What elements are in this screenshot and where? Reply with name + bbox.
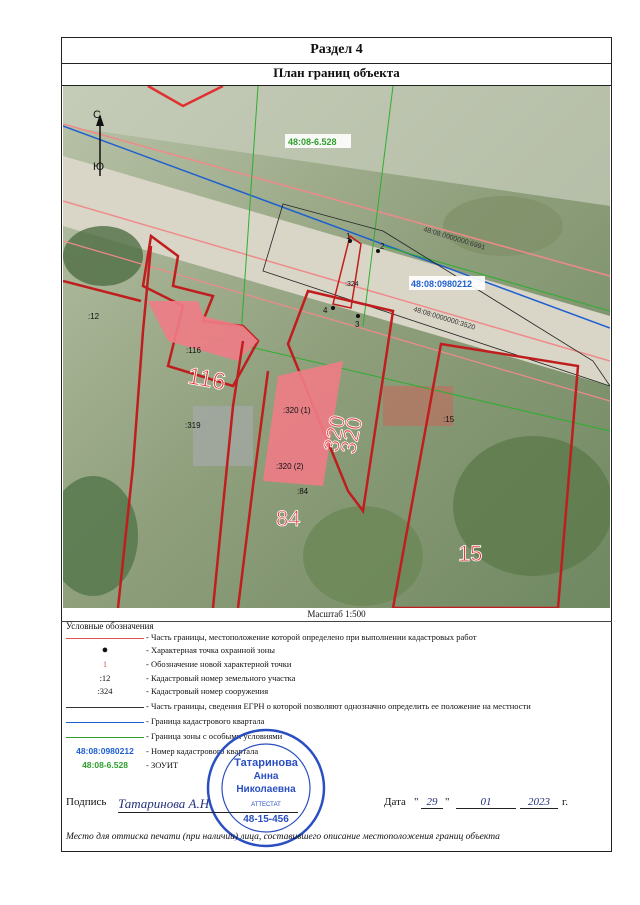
svg-text:Татаринова: Татаринова — [234, 757, 299, 769]
date-label: Дата — [384, 796, 406, 808]
green-line-symbol — [66, 737, 144, 738]
legend-text: - Кадастровый номер сооружения — [146, 686, 269, 696]
parcel-label: :15 — [443, 415, 455, 424]
legend-text: - Характерная точка охранной зоны — [146, 645, 275, 655]
legend-title: Условные обозначения — [66, 621, 154, 631]
legend-text: - Часть границы, местоположение которой … — [146, 632, 477, 642]
point-label: 1 — [346, 232, 351, 241]
date-day: 29 — [421, 796, 443, 809]
red-line-symbol — [66, 638, 144, 639]
svg-text:Николаевна: Николаевна — [236, 784, 296, 795]
new-point-symbol: 1 — [102, 659, 108, 669]
section-title: Раздел 4 — [61, 37, 612, 64]
blue-line-symbol — [66, 722, 144, 723]
svg-text:Анна: Анна — [254, 771, 279, 782]
parcel-label: :319 — [185, 421, 201, 430]
stamp-note: Место для оттиска печати (при наличии) л… — [66, 832, 500, 842]
legend-row: - Часть границы, местоположение которой … — [66, 632, 606, 645]
legend-row: - Граница кадастрового квартала — [66, 716, 606, 729]
date-month: 01 — [456, 796, 516, 809]
year-suffix: г. — [562, 796, 569, 808]
point-label: 2 — [380, 242, 385, 251]
zone-symbol: 48:08-6.528 — [82, 760, 128, 770]
legend-row: :12 - Кадастровый номер земельного участ… — [66, 673, 606, 686]
structure-symbol: :324 — [97, 686, 113, 696]
point-symbol: ● — [101, 644, 109, 656]
parcel-label: :116 — [186, 346, 202, 355]
south-label: Ю — [93, 161, 104, 173]
parcel-label: :320 (1) — [283, 406, 311, 415]
parcel-label: :84 — [297, 487, 309, 496]
legend-text: - Граница кадастрового квартала — [146, 716, 265, 726]
point-label: 3 — [355, 320, 360, 329]
signature-value: Татаринова А.Н — [118, 796, 298, 813]
big-parcel-number: 84 — [276, 506, 300, 531]
big-parcel-number: 15 — [458, 541, 482, 566]
legend-row: :324 - Кадастровый номер сооружения — [66, 686, 606, 699]
zone-label: 48:08-6.528 — [288, 137, 337, 147]
parcel-symbol: :12 — [99, 673, 111, 683]
date-year: 2023 — [520, 796, 558, 809]
dark-line-symbol — [66, 707, 144, 708]
quarter-label: 48:08:0980212 — [411, 279, 472, 289]
legend-row: 48:08-6.528 - ЗОУИТ — [66, 760, 606, 773]
legend-row: - Граница зоны с особыми условиями — [66, 731, 606, 744]
north-label: С — [93, 109, 101, 121]
site-plan-map: С Ю 48:08-6.528 48:08:0980212 48:08:0000… — [63, 86, 610, 608]
parcel-label: :12 — [88, 312, 100, 321]
plan-title: План границ объекта — [61, 62, 612, 86]
legend-row: 1 - Обозначение новой характерной точки — [66, 659, 606, 672]
legend-row: - Часть границы, сведения ЕГРН о которой… — [66, 701, 606, 714]
parcel-label: :320 (2) — [276, 462, 304, 471]
legend-text: - ЗОУИТ — [146, 760, 179, 770]
signature-label: Подпись — [66, 796, 107, 808]
parcel-label: :324 — [345, 281, 359, 288]
legend-row: ● - Характерная точка охранной зоны — [66, 645, 606, 658]
legend-text: - Кадастровый номер земельного участка — [146, 673, 296, 683]
legend-text: - Часть границы, сведения ЕГРН о которой… — [146, 701, 531, 711]
legend-text: - Обозначение новой характерной точки — [146, 659, 292, 669]
legend-row: 48:08:0980212 - Номер кадастрового кварт… — [66, 746, 606, 759]
svg-text:48-15-456: 48-15-456 — [243, 814, 289, 825]
point-label: 4 — [323, 306, 328, 315]
quarter-symbol: 48:08:0980212 — [76, 746, 134, 756]
